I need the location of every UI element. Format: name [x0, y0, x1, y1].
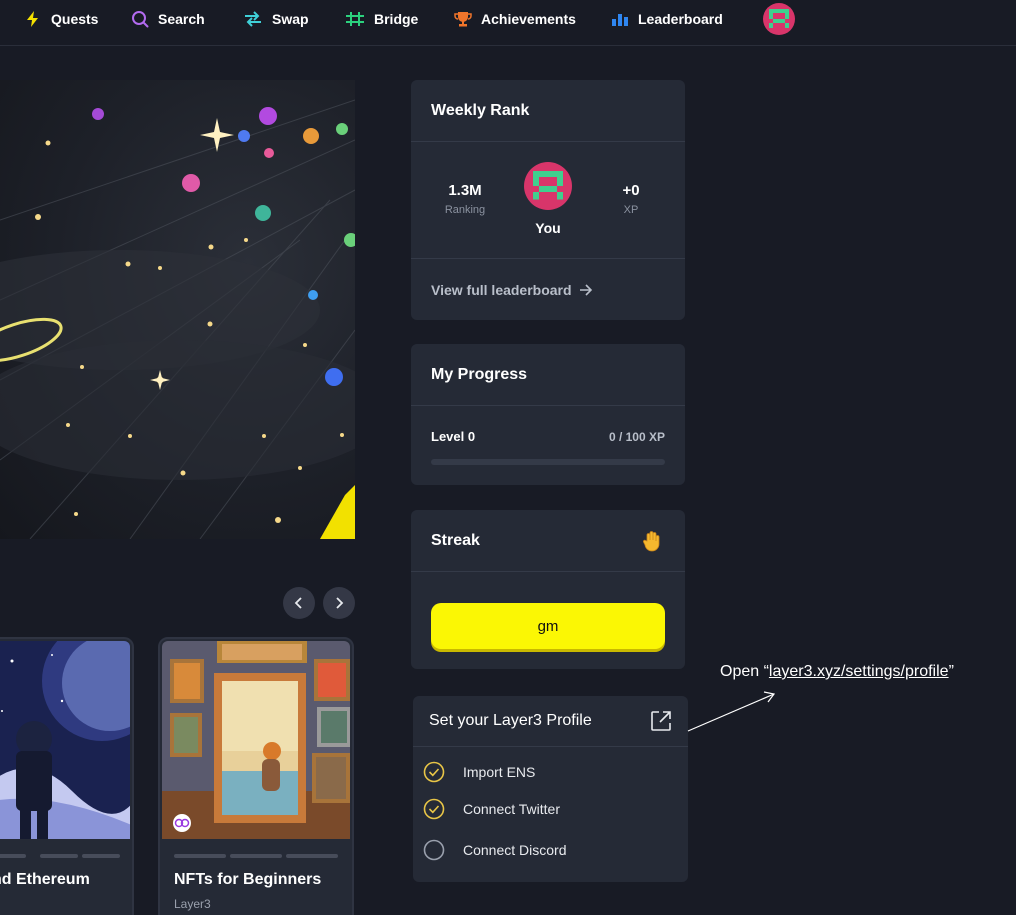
streak-title: Streak [431, 531, 480, 549]
quest-card-image [162, 641, 350, 839]
hero-banner-image[interactable] [0, 80, 355, 539]
xp-stat: +0 XP [611, 182, 651, 216]
profile-checklist-card: Set your Layer3 Profile Import ENS Conne… [413, 696, 688, 882]
checklist-item-import-ens[interactable]: Import ENS [423, 761, 535, 783]
space-scene-illustration [0, 99, 355, 539]
nav-achievements-label: Achievements [481, 11, 576, 27]
quest-progress-segment [0, 854, 26, 858]
check-circle-icon [423, 761, 445, 783]
nav-search-label: Search [158, 11, 205, 27]
annotation-arrow [687, 691, 776, 732]
swap-arrows-icon [245, 11, 261, 27]
trophy-icon [454, 12, 472, 27]
nav-swap-label: Swap [272, 11, 309, 27]
xp-value: +0 [622, 182, 640, 199]
streak-header: Streak [411, 510, 685, 572]
quest-card-title: nd Ethereum [0, 871, 90, 888]
weekly-rank-header: Weekly Rank [411, 80, 685, 142]
quest-progress-segment [82, 854, 120, 858]
nft-gallery-illustration [162, 641, 350, 839]
my-progress-header: My Progress [411, 344, 685, 406]
annotation-text: Open “layer3.xyz/settings/profile” [720, 663, 954, 681]
quest-progress-segment [286, 854, 338, 858]
gm-button[interactable]: gm [431, 603, 665, 649]
xp-progress-bar [431, 459, 665, 465]
nav-achievements[interactable]: Achievements [454, 0, 576, 38]
bridge-icon [346, 12, 364, 26]
profile-checklist-title: Set your Layer3 Profile [429, 712, 592, 729]
external-link-icon[interactable] [650, 710, 672, 732]
annotation-prefix: Open “ [720, 663, 769, 680]
quest-progress-segment [174, 854, 226, 858]
nav-quests[interactable]: Quests [24, 0, 98, 38]
streak-card: Streak gm [411, 510, 685, 669]
chevron-left-icon [294, 597, 302, 609]
arrow-right-icon [579, 283, 592, 296]
my-progress-title: My Progress [431, 365, 528, 383]
nav-bridge-label: Bridge [374, 11, 419, 27]
quest-card-project: Layer3 [174, 897, 211, 911]
xp-label: XP [623, 204, 639, 216]
checklist-item-label: Connect Twitter [463, 801, 561, 817]
checklist-item-connect-discord[interactable]: Connect Discord [423, 839, 567, 861]
ranking-value: 1.3M [448, 182, 482, 199]
weekly-rank-title: Weekly Rank [431, 101, 530, 119]
top-nav: Quests Search Swap Bridge Achievements L… [0, 0, 1016, 46]
nav-bridge[interactable]: Bridge [345, 0, 418, 38]
carousel-next-button[interactable] [323, 587, 355, 619]
nav-search[interactable]: Search [131, 0, 205, 38]
checklist-item-label: Import ENS [463, 764, 536, 780]
ranking-stat: 1.3M Ranking [439, 182, 491, 216]
quest-card-title: NFTs for Beginners [174, 871, 322, 888]
level-label: Level 0 [431, 429, 476, 444]
nav-leaderboard[interactable]: Leaderboard [611, 0, 723, 38]
chevron-right-icon [336, 597, 344, 609]
nav-quests-label: Quests [51, 11, 99, 27]
quest-card[interactable]: NFTs for Beginners Layer3 [158, 637, 354, 915]
view-leaderboard-link[interactable]: View full leaderboard [411, 259, 685, 320]
checklist-item-connect-twitter[interactable]: Connect Twitter [423, 798, 560, 820]
search-icon [132, 11, 149, 28]
checklist-item-label: Connect Discord [463, 842, 567, 858]
annotation-link[interactable]: layer3.xyz/settings/profile [769, 663, 949, 680]
bar-chart-icon [612, 14, 628, 26]
xp-progress-text: 0 / 100 XP [608, 430, 665, 444]
you-label: You [535, 220, 561, 236]
check-circle-icon [423, 798, 445, 820]
astronaut-illustration [0, 641, 130, 839]
ranking-label: Ranking [444, 204, 486, 216]
you-avatar [524, 162, 572, 210]
nav-swap[interactable]: Swap [243, 0, 309, 38]
weekly-rank-card: Weekly Rank 1.3M Ranking You +0 XP View … [411, 80, 685, 320]
empty-circle-icon [423, 839, 445, 861]
nav-leaderboard-label: Leaderboard [638, 11, 723, 27]
my-progress-card: My Progress Level 0 0 / 100 XP [411, 344, 685, 485]
annotation-suffix: ” [948, 663, 954, 680]
quest-card[interactable]: nd Ethereum [0, 637, 134, 915]
profile-checklist-header[interactable]: Set your Layer3 Profile [413, 696, 688, 747]
user-avatar[interactable] [763, 3, 795, 35]
rank-stats: 1.3M Ranking You +0 XP [411, 142, 685, 259]
progress-body: Level 0 0 / 100 XP [411, 406, 685, 484]
carousel-prev-button[interactable] [283, 587, 315, 619]
quest-card-image [0, 641, 130, 839]
view-leaderboard-label: View full leaderboard [431, 281, 572, 298]
waving-hand-icon [643, 530, 660, 551]
lightning-icon [27, 11, 38, 27]
quest-progress-segment [230, 854, 282, 858]
quest-progress-segment [40, 854, 78, 858]
